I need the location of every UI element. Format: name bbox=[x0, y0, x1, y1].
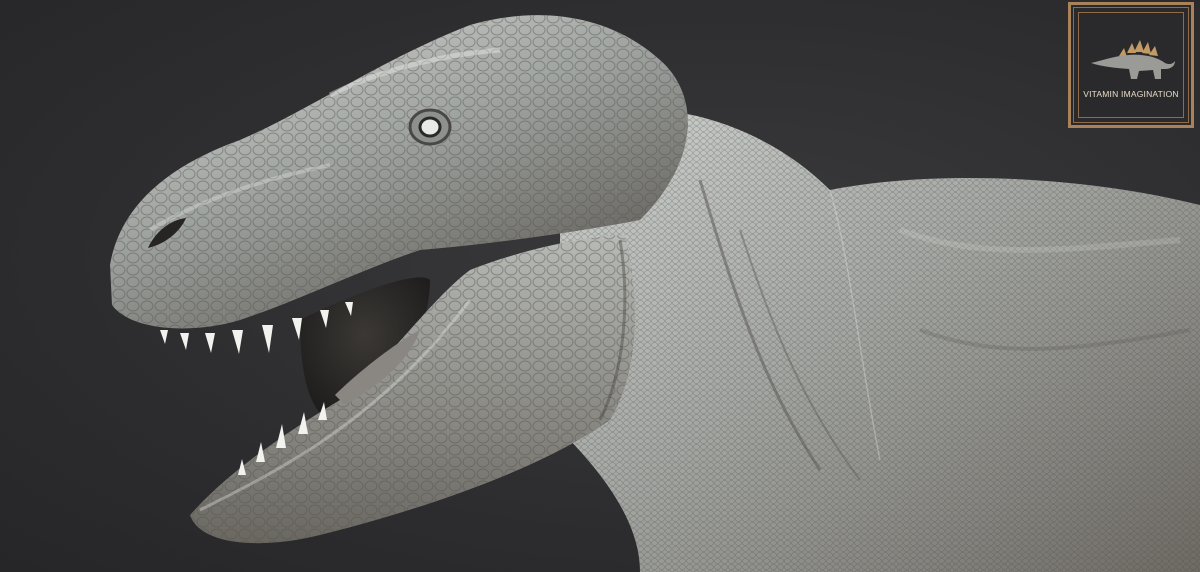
stegosaurus-icon bbox=[1091, 40, 1175, 79]
dinosaur-render bbox=[110, 15, 1200, 572]
logo-text: VITAMIN IMAGINATION bbox=[1083, 89, 1179, 99]
watermark-logo: VITAMIN IMAGINATION bbox=[1068, 2, 1194, 128]
render-canvas: VITAMIN IMAGINATION bbox=[0, 0, 1200, 572]
